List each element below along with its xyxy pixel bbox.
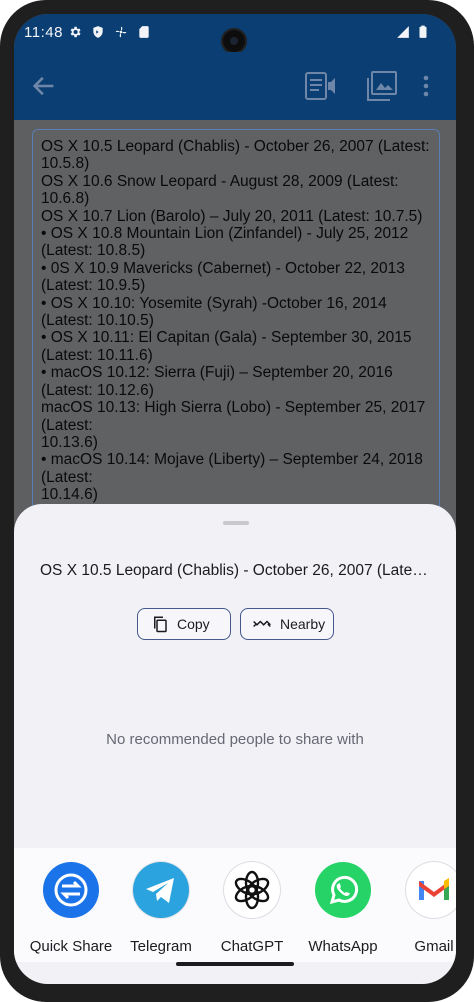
drag-handle[interactable] [223,521,249,525]
copy-label: Copy [177,616,210,632]
phone-frame: 11:48 OS X 10.5 Leopard (Chablis) - Octo… [0,0,474,1002]
app-name: Gmail [414,938,454,955]
text-to-speech-icon[interactable] [304,70,340,102]
fan-icon [115,26,127,38]
app-name: Quick Share [29,938,113,955]
app-bar [14,52,456,120]
status-bar: 11:48 [14,14,456,54]
arrow-back-icon[interactable] [30,72,58,100]
screen: 11:48 OS X 10.5 Leopard (Chablis) - Octo… [14,14,456,984]
share-apps-row: Quick Share Telegram ChatGPT WhatsApp Gm… [14,848,456,962]
app-name: Telegram [130,938,192,955]
no-people-message: No recommended people to share with [106,731,364,748]
whatsapp-icon [315,862,371,918]
sd-card-icon [139,26,149,38]
nearby-icon [253,620,271,628]
chatgpt-icon [224,862,280,918]
copy-button[interactable]: Copy [137,608,231,640]
app-name: ChatGPT [220,938,284,955]
settings-gear-icon [70,26,81,38]
quick-share-icon [43,862,99,918]
share-sheet: OS X 10.5 Leopard (Chablis) - October 26… [14,504,456,984]
gesture-nav-bar[interactable] [176,962,294,966]
nearby-button[interactable]: Nearby [240,608,334,640]
battery-icon [419,25,427,38]
share-preview-text: OS X 10.5 Leopard (Chablis) - October 26… [40,562,432,579]
image-icon[interactable] [366,70,398,102]
status-time: 11:48 [24,24,63,41]
app-name: WhatsApp [308,938,378,955]
signal-icon [397,26,409,38]
gmail-icon [406,862,456,918]
shield-icon [93,26,103,38]
editor-text: OS X 10.5 Leopard (Chablis) - October 26… [41,138,430,538]
nearby-label: Nearby [280,616,326,632]
copy-icon [154,616,167,633]
front-camera [221,28,247,54]
more-vert-icon[interactable] [420,72,432,100]
telegram-icon [133,862,189,918]
